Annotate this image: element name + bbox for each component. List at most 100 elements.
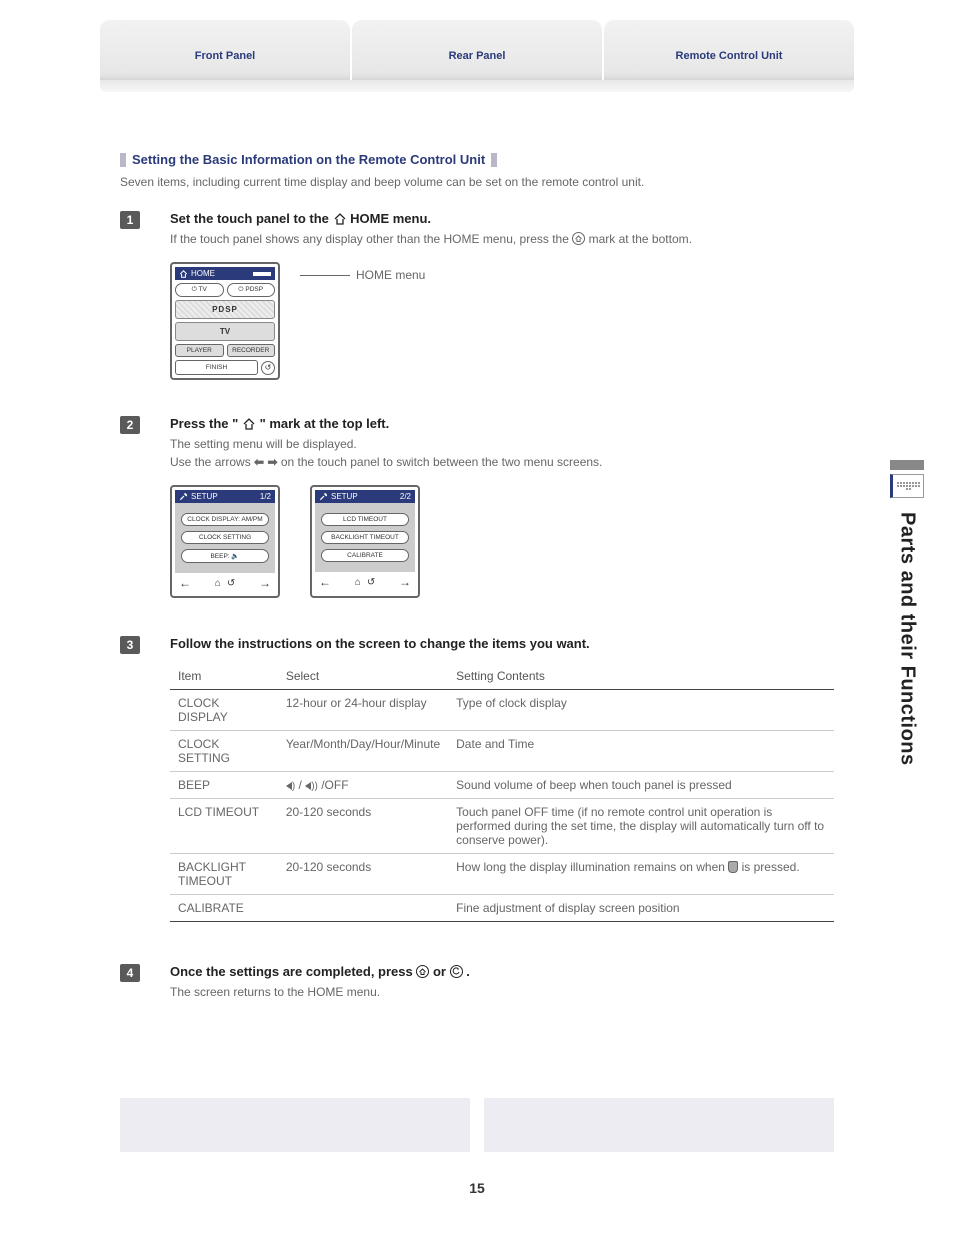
table-row: BEEP ) / )) /OFFSound volume of beep whe… [170,772,834,799]
tab-underbar [100,80,854,92]
side-marker [890,460,924,470]
home-circle-icon: ⌂ [215,578,221,589]
cell-item: CALIBRATE [170,895,278,922]
step-4: 4 Once the settings are completed, press… [120,964,834,1001]
cell-item: LCD TIMEOUT [170,799,278,854]
home-menu-figure: HOME ⏻ TV ⏻ PDSP PDSP TV PLAYER RECORDER [170,262,280,380]
col-contents: Setting Contents [448,663,834,690]
table-row: BACKLIGHT TIMEOUT20-120 secondsHow long … [170,854,834,895]
col-item: Item [170,663,278,690]
section-intro: Seven items, including current time disp… [120,175,834,189]
step-2: 2 Press the " " mark at the top left. Th… [120,416,834,618]
cell-select: Year/Month/Day/Hour/Minute [278,731,448,772]
return-icon: ↺ [261,361,275,375]
col-select: Select [278,663,448,690]
cell-item: BACKLIGHT TIMEOUT [170,854,278,895]
tab-front-panel[interactable]: Front Panel [100,20,350,80]
tv-power-button: ⏻ TV [175,283,224,297]
table-row: CLOCK SETTINGYear/Month/Day/Hour/MinuteD… [170,731,834,772]
tab-rear-panel[interactable]: Rear Panel [352,20,602,80]
table-row: CLOCK DISPLAY12-hour or 24-hour displayT… [170,690,834,731]
footer-box [484,1098,834,1152]
home-icon [242,418,256,430]
return-circle-icon [450,965,463,978]
home-icon [179,270,188,278]
cell-select: 12-hour or 24-hour display [278,690,448,731]
cell-contents: Type of clock display [448,690,834,731]
finish-button: FINISH [175,360,258,375]
title-bar-left [120,153,126,167]
step-4-title: Once the settings are completed, press o… [170,964,834,979]
setup-item: CALIBRATE [321,549,409,562]
side-dots-icon [890,474,924,498]
step-number: 1 [120,211,140,229]
return-icon: ↺ [227,578,235,589]
pdsp-power-button: ⏻ PDSP [227,283,276,297]
table-row: LCD TIMEOUT20-120 secondsTouch panel OFF… [170,799,834,854]
pdsp-button: PDSP [175,300,275,319]
home-icon [333,213,347,225]
wrench-icon [319,492,328,501]
step-3-title: Follow the instructions on the screen to… [170,636,834,651]
cell-contents: Sound volume of beep when touch panel is… [448,772,834,799]
home-menu-label: HOME menu [356,268,425,282]
footer-placeholder [120,1098,834,1152]
setup-screen-1: SETUP 1/2 CLOCK DISPLAY: AM/PM CLOCK SET… [170,485,280,598]
setup-item: CLOCK SETTING [181,531,269,544]
step-number: 4 [120,964,140,982]
cell-contents: Touch panel OFF time (if no remote contr… [448,799,834,854]
side-section-title: Parts and their Functions [896,512,919,766]
arrow-right-icon: ➡ [267,455,277,469]
step-number: 3 [120,636,140,654]
tab-remote-control[interactable]: Remote Control Unit [604,20,854,80]
cell-contents: Fine adjustment of display screen positi… [448,895,834,922]
setup-item: CLOCK DISPLAY: AM/PM [181,513,269,526]
home-circle-icon [416,965,429,978]
settings-table: Item Select Setting Contents CLOCK DISPL… [170,663,834,922]
tv-button: TV [175,322,275,341]
arrow-left-icon: ← [319,575,331,589]
footer-box [120,1098,470,1152]
player-button: PLAYER [175,344,224,357]
cell-item: CLOCK DISPLAY [170,690,278,731]
setup-item: LCD TIMEOUT [321,513,409,526]
cell-item: BEEP [170,772,278,799]
step-1: 1 Set the touch panel to the HOME menu. … [120,211,834,398]
return-icon: ↺ [367,577,375,588]
cell-select: 20-120 seconds [278,799,448,854]
cell-select: 20-120 seconds [278,854,448,895]
side-tab: Parts and their Functions [890,460,924,766]
step-number: 2 [120,416,140,434]
step-2-text-2: Use the arrows ⬅ ➡ on the touch panel to… [170,453,834,471]
step-3: 3 Follow the instructions on the screen … [120,636,834,946]
light-icon [728,861,738,873]
title-bar-right [491,153,497,167]
setup-item: BACKLIGHT TIMEOUT [321,531,409,544]
arrow-right-icon: → [259,576,271,590]
home-circle-icon: ⌂ [355,577,361,588]
wrench-icon [179,492,188,501]
tab-bar: Front Panel Rear Panel Remote Control Un… [0,0,954,80]
home-circle-icon [572,232,585,245]
cell-item: CLOCK SETTING [170,731,278,772]
sound-wave-icon: )) [311,781,318,792]
step-2-text-1: The setting menu will be displayed. [170,435,834,453]
step-1-title: Set the touch panel to the HOME menu. [170,211,834,226]
setup-item: BEEP: 🔈 [181,549,269,563]
arrow-left-icon: ← [179,576,191,590]
recorder-button: RECORDER [227,344,276,357]
section-title: Setting the Basic Information on the Rem… [120,152,834,167]
setup-screen-2: SETUP 2/2 LCD TIMEOUT BACKLIGHT TIMEOUT … [310,485,420,598]
cell-contents: How long the display illumination remain… [448,854,834,895]
cell-select [278,895,448,922]
step-4-text: The screen returns to the HOME menu. [170,983,834,1001]
step-1-text: If the touch panel shows any display oth… [170,230,834,248]
section-title-text: Setting the Basic Information on the Rem… [132,152,485,167]
arrow-left-icon: ⬅ [254,455,264,469]
table-row: CALIBRATE Fine adjustment of display scre… [170,895,834,922]
page-number: 15 [0,1180,954,1196]
sound-wave-icon: ) [292,781,295,792]
cell-contents: Date and Time [448,731,834,772]
cell-select: ) / )) /OFF [278,772,448,799]
arrow-right-icon: → [399,575,411,589]
